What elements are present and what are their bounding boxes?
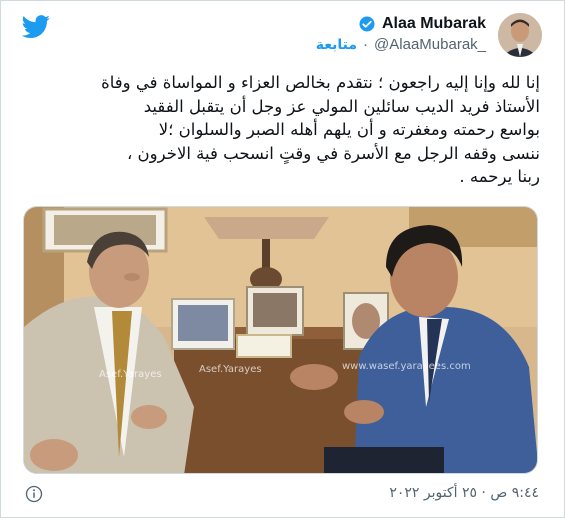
author-info: Alaa Mubarak متابعة · @AlaaMubarak_ (316, 15, 486, 53)
twitter-bird-icon[interactable] (21, 15, 51, 39)
verified-badge-icon (359, 16, 375, 32)
author-avatar[interactable] (498, 13, 542, 57)
info-icon[interactable] (25, 485, 43, 503)
tweet-text: إنا لله وإنا إليه راجعون ؛ نتقدم بخالص ا… (101, 73, 540, 186)
tweet-card: Alaa Mubarak متابعة · @AlaaMubarak_ إنا … (0, 0, 565, 518)
author-display-name[interactable]: Alaa Mubarak (382, 15, 486, 33)
tweet-photo[interactable]: Asef.Yarayes Asef.Yarayes www.wasef.yara… (23, 206, 538, 474)
tweet-timestamp[interactable]: ٩:٤٤ ص · ٢٥ أكتوبر ٢٠٢٢ (389, 485, 539, 501)
photo-watermark: www.wasef.yarayees.com (342, 361, 471, 372)
photo-watermark: Asef.Yarayes (199, 364, 262, 375)
author-handle[interactable]: @AlaaMubarak_ (374, 36, 486, 53)
separator-dot: · (363, 36, 369, 53)
photo-watermark: Asef.Yarayes (99, 369, 162, 380)
follow-button[interactable]: متابعة (316, 37, 357, 53)
